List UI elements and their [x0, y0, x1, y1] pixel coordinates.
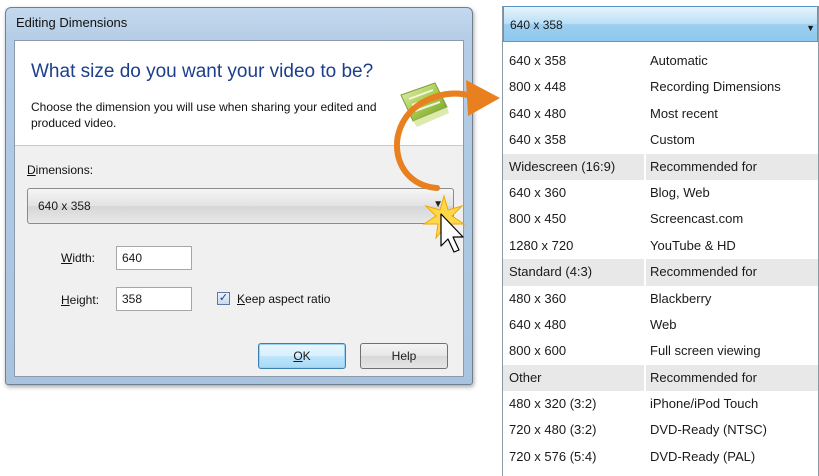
option-dimension: 800 x 448 — [509, 79, 567, 95]
group-name: Standard (4:3) — [509, 264, 593, 280]
width-input[interactable]: 640 — [116, 246, 192, 270]
height-input[interactable]: 358 — [116, 287, 192, 311]
dropdown-option[interactable]: 800 x 600 Full screen viewing — [503, 338, 818, 364]
option-description: Full screen viewing — [650, 343, 761, 359]
keep-aspect-ratio-label[interactable]: Keep aspect ratio — [237, 292, 330, 306]
dialog-description: Choose the dimension you will use when s… — [31, 100, 377, 130]
group-recommended-label: Recommended for — [650, 369, 757, 385]
dimensions-dropdown-list: 640 x 358 ▼ 640 x 358 Automatic 800 x 448 R… — [502, 6, 819, 476]
group-divider — [644, 364, 646, 392]
dropdown-option[interactable]: 640 x 480 Web — [503, 312, 818, 338]
dropdown-group-header: Other Recommended for — [503, 364, 818, 392]
group-divider — [644, 259, 646, 286]
dialog-heading: What size do you want your video to be? — [31, 61, 374, 82]
dialog-header: What size do you want your video to be? … — [15, 41, 463, 146]
option-dimension: 1280 x 720 — [509, 237, 574, 253]
dropdown-option[interactable]: 800 x 448 Recording Dimensions — [503, 74, 818, 100]
dropdown-option[interactable]: 640 x 360 Blog, Web — [503, 180, 818, 206]
option-dimension: 640 x 480 — [509, 105, 567, 121]
group-recommended-label: Recommended for — [650, 158, 757, 174]
dropdown-option[interactable]: 640 x 358 Automatic — [503, 48, 818, 74]
ok-button[interactable]: OK — [258, 343, 346, 369]
keep-aspect-ratio-checkbox[interactable]: ✓ — [217, 292, 230, 305]
dropdown-selected-value: 640 x 358 — [510, 18, 563, 32]
group-name: Widescreen (16:9) — [509, 158, 616, 174]
option-description: Automatic — [650, 53, 708, 68]
option-description: Most recent — [650, 105, 718, 121]
option-dimension: 720 x 576 (5:4) — [509, 448, 597, 464]
option-description: DVD-Ready (PAL) — [650, 448, 756, 464]
help-button[interactable]: Help — [360, 343, 448, 369]
chevron-down-icon[interactable]: ▼ — [806, 23, 815, 33]
group-divider — [644, 153, 646, 180]
width-label: Width: — [61, 251, 96, 265]
option-dimension: 640 x 358 — [509, 53, 567, 68]
option-description: DVD-Ready (NTSC) — [650, 422, 768, 438]
dimensions-label: Dimensions: — [27, 163, 94, 177]
height-label: Height: — [61, 293, 100, 307]
option-description: Recording Dimensions — [650, 79, 781, 95]
option-dimension: 480 x 360 — [509, 290, 567, 306]
option-description: Blackberry — [650, 290, 712, 306]
chevron-down-icon[interactable]: ▼ — [433, 199, 443, 210]
dialog-client-area: What size do you want your video to be? … — [14, 40, 464, 377]
option-dimension: 480 x 320 (3:2) — [509, 396, 597, 412]
dropdown-option[interactable]: 480 x 360 Blackberry — [503, 286, 818, 312]
option-dimension: 800 x 600 — [509, 343, 567, 359]
filmstrip-logo-icon — [400, 82, 449, 127]
dropdown-options: 640 x 358 Automatic 800 x 448 Recording Dim… — [503, 48, 818, 470]
group-recommended-label: Recommended for — [650, 264, 757, 280]
group-name: Other — [509, 369, 542, 385]
option-dimension: 640 x 358 — [509, 132, 567, 148]
dialog-title: Editing Dimensions — [16, 15, 128, 30]
dropdown-option[interactable]: 800 x 450 Screencast.com — [503, 206, 818, 232]
option-description: Screencast.com — [650, 211, 744, 227]
dropdown-option[interactable]: 640 x 480 Most recent — [503, 101, 818, 127]
dropdown-option[interactable]: 640 x 358 Custom — [503, 127, 818, 153]
option-description: YouTube & HD — [650, 237, 736, 253]
editing-dimensions-dialog: Editing Dimensions What size do you want… — [5, 7, 473, 385]
dimensions-combobox-value: 640 x 358 — [38, 199, 91, 213]
dimensions-combobox[interactable]: 640 x 358 ▼ — [27, 188, 454, 224]
dropdown-group-header: Widescreen (16:9) Recommended for — [503, 153, 818, 180]
option-description: Web — [650, 316, 677, 332]
option-dimension: 640 x 360 — [509, 184, 567, 200]
dropdown-group-header: Standard (4:3) Recommended for — [503, 259, 818, 286]
option-dimension: 720 x 480 (3:2) — [509, 422, 597, 438]
dropdown-option[interactable]: 1280 x 720 YouTube & HD — [503, 233, 818, 259]
option-dimension: 800 x 450 — [509, 211, 567, 227]
dropdown-selected-item[interactable]: 640 x 358 ▼ — [503, 6, 818, 42]
dropdown-option[interactable]: 720 x 576 (5:4) DVD-Ready (PAL) — [503, 444, 818, 470]
dropdown-option[interactable]: 720 x 480 (3:2) DVD-Ready (NTSC) — [503, 417, 818, 443]
option-description: Custom — [650, 132, 695, 148]
option-description: Blog, Web — [650, 184, 710, 200]
option-description: iPhone/iPod Touch — [650, 396, 759, 412]
dropdown-option[interactable]: 480 x 320 (3:2) iPhone/iPod Touch — [503, 391, 818, 417]
option-dimension: 640 x 480 — [509, 316, 567, 332]
